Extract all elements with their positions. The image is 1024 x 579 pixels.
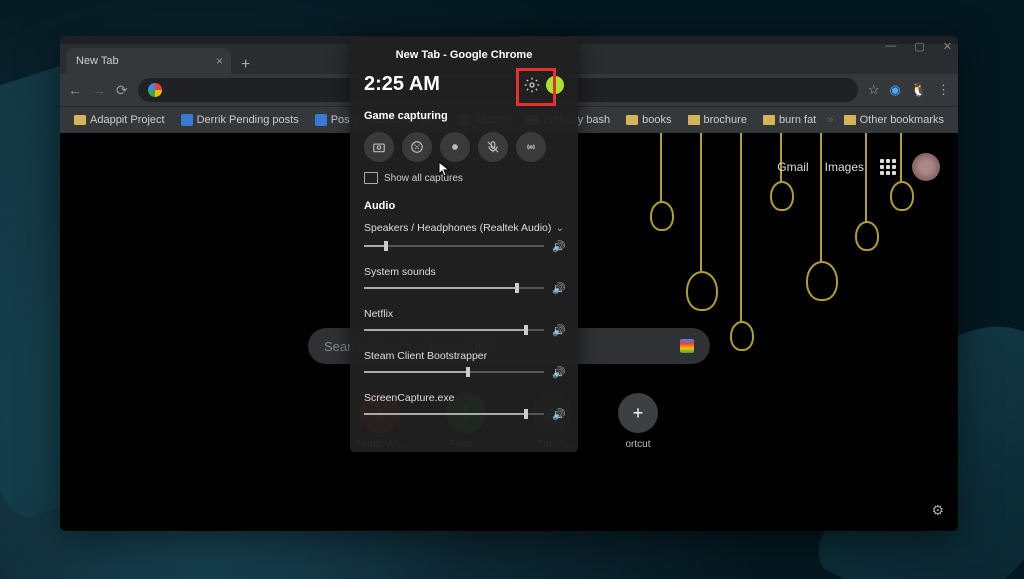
volume-slider[interactable] [364,287,544,289]
images-link[interactable]: Images [825,160,864,174]
bookmark-item[interactable]: burn fat [757,112,822,128]
customize-button[interactable]: ⚙ [931,502,944,519]
header-links: Gmail Images [777,153,940,181]
forward-button[interactable]: → [92,82,106,98]
record-button[interactable] [440,132,470,162]
reload-button[interactable]: ⟳ [116,82,128,99]
mixer-app-name: Steam Client Bootstrapper [364,350,564,362]
page-icon [315,114,327,126]
other-bookmarks[interactable]: Other bookmarks [838,112,950,128]
capture-heading: Game capturing [364,110,564,122]
browser-tab[interactable]: New Tab × [66,48,231,74]
apps-launcher-icon[interactable] [880,159,896,175]
gear-icon[interactable] [524,77,540,93]
folder-icon [626,115,638,125]
broadcast-button[interactable] [516,132,546,162]
close-window-button[interactable]: ✕ [943,40,952,53]
minimize-button[interactable]: — [885,40,896,53]
bookmark-item[interactable]: Adappit Project [68,112,171,128]
new-tab-button[interactable]: + [231,56,260,74]
record-last-button[interactable] [402,132,432,162]
speaker-icon[interactable]: 🔊 [552,282,564,294]
bookmark-item[interactable]: books [620,112,677,128]
volume-slider[interactable] [364,413,544,415]
speaker-icon[interactable]: 🔊 [552,408,564,420]
xbox-status-icon[interactable] [546,76,564,94]
star-icon[interactable]: ☆ [868,82,880,98]
tab-title: New Tab [76,55,119,67]
folder-icon [844,115,856,125]
show-all-captures-link[interactable]: Show all captures [364,172,564,184]
volume-slider[interactable] [364,371,544,373]
gmail-link[interactable]: Gmail [777,160,808,174]
add-shortcut-tile[interactable]: +ortcut [603,393,673,450]
volume-slider[interactable] [364,329,544,331]
menu-icon[interactable]: ⋮ [937,82,950,98]
chevron-down-icon: ⌄ [556,223,564,234]
plus-icon: + [618,393,658,433]
close-tab-icon[interactable]: × [216,54,223,68]
clock: 2:25 AM [364,73,440,96]
page-icon [181,114,193,126]
speaker-icon[interactable]: 🔊 [552,366,564,378]
audio-device-selector[interactable]: Speakers / Headphones (Realtek Audio) ⌄ [364,222,564,234]
bookmark-item[interactable]: brochure [682,112,753,128]
bookmark-item[interactable]: Derrik Pending posts [175,112,305,128]
mixer-app-name: Netflix [364,308,564,320]
folder-icon [763,115,775,125]
volume-slider[interactable] [364,245,544,247]
folder-icon [688,115,700,125]
profile-avatar[interactable] [912,153,940,181]
gamebar-title: New Tab - Google Chrome [364,49,564,61]
extension-icon[interactable]: ◉ [889,82,900,98]
audio-heading: Audio [364,200,564,212]
mixer-app-name: ScreenCapture.exe [364,392,564,404]
maximize-button[interactable]: ▢ [914,40,924,53]
game-bar-panel: New Tab - Google Chrome 2:25 AM Game cap… [350,37,578,452]
gallery-icon [364,172,378,184]
folder-icon [74,115,86,125]
extension-icon-2[interactable]: 🐧 [911,82,927,98]
mic-toggle-button[interactable] [478,132,508,162]
mixer-app-name: System sounds [364,266,564,278]
voice-search-icon[interactable] [680,339,694,353]
speaker-icon[interactable]: 🔊 [552,324,564,336]
speaker-icon[interactable]: 🔊 [552,240,564,252]
back-button[interactable]: ← [68,82,82,98]
overflow-chevron-icon[interactable]: » [828,114,834,126]
screenshot-button[interactable] [364,132,394,162]
google-icon [148,83,162,97]
